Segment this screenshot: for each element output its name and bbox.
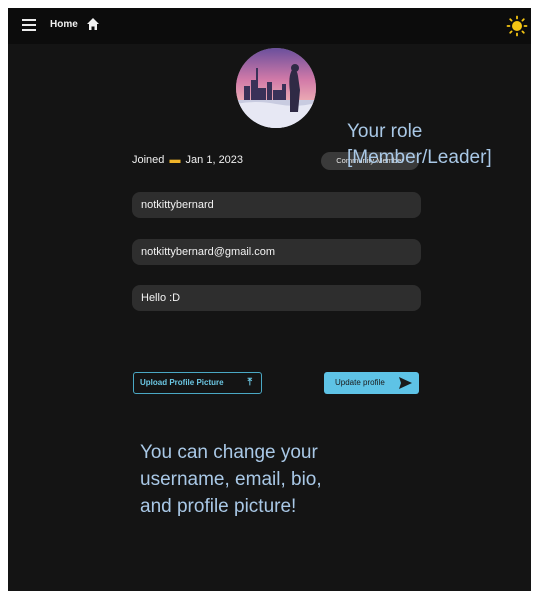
avatar-image bbox=[236, 48, 316, 128]
annotation-help-line: username, email, bio, bbox=[140, 469, 322, 490]
update-profile-button[interactable]: Update profile bbox=[324, 372, 419, 394]
home-link[interactable]: Home bbox=[50, 19, 78, 30]
upload-profile-picture-button[interactable]: Upload Profile Picture ⤒ bbox=[133, 372, 262, 394]
joined-date: Jan 1, 2023 bbox=[185, 154, 244, 166]
upload-icon: ⤒ bbox=[247, 377, 252, 388]
annotation-help: You can change your username, email, bio… bbox=[140, 439, 400, 520]
joined-label: Joined bbox=[132, 154, 165, 166]
top-bar: Home bbox=[8, 8, 531, 44]
email-field[interactable]: notkittybernard@gmail.com bbox=[132, 239, 421, 265]
send-icon bbox=[399, 377, 412, 389]
app-window: Home Joined ▬ Jan 1, 2023 Community Memb… bbox=[8, 8, 531, 591]
profile-avatar bbox=[236, 48, 316, 128]
annotation-help-line: You can change your bbox=[140, 442, 318, 463]
cake-icon: ▬ bbox=[169, 154, 181, 166]
joined-info: Joined ▬ Jan 1, 2023 bbox=[132, 154, 243, 166]
sun-icon[interactable] bbox=[506, 15, 528, 37]
update-button-label: Update profile bbox=[335, 378, 385, 387]
annotation-role-options: [Member/Leader] bbox=[347, 147, 492, 168]
upload-button-label: Upload Profile Picture bbox=[140, 378, 224, 387]
annotation-role-title: Your role bbox=[347, 121, 423, 142]
bio-field[interactable]: Hello :D bbox=[132, 285, 421, 311]
menu-icon[interactable] bbox=[22, 19, 36, 31]
username-field[interactable]: notkittybernard bbox=[132, 192, 421, 218]
annotation-help-line: and profile picture! bbox=[140, 496, 297, 517]
home-icon[interactable] bbox=[86, 17, 100, 31]
